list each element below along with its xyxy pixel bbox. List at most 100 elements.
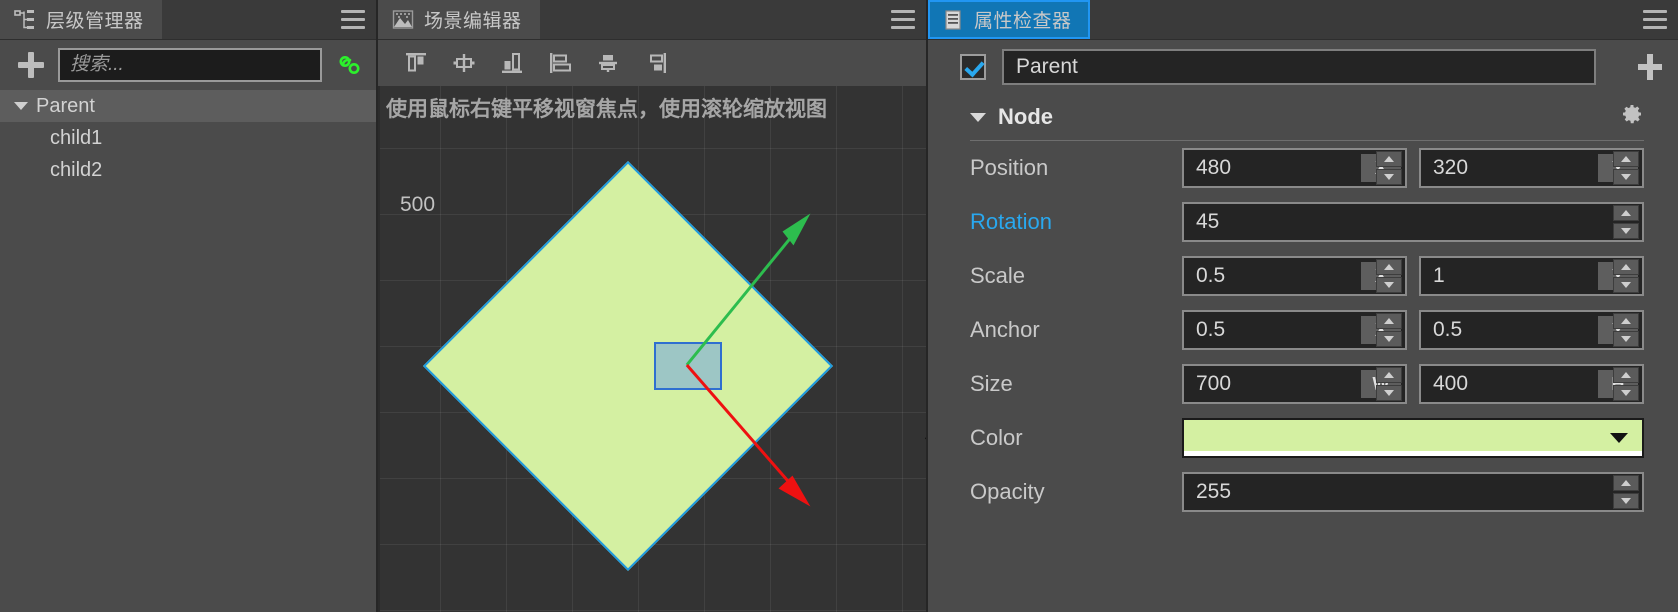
stepper-up[interactable] [1376, 151, 1402, 167]
tab-inspector[interactable]: 属性检查器 [928, 0, 1090, 39]
stepper-up[interactable] [1613, 475, 1639, 491]
gear-icon[interactable] [1620, 102, 1644, 132]
stepper-up[interactable] [1613, 205, 1639, 221]
hamburger-menu-icon[interactable] [880, 0, 926, 39]
stepper-down[interactable] [1613, 493, 1639, 509]
scene-image-icon [392, 9, 414, 31]
anchor-y-field[interactable]: 0.5 Y [1419, 310, 1644, 350]
color-picker-field[interactable] [1182, 418, 1644, 458]
rotation-stepper[interactable] [1613, 205, 1639, 239]
tree-item-label: Parent [36, 94, 95, 117]
hamburger-menu-icon[interactable] [330, 0, 376, 39]
field-value: 0.5 [1196, 318, 1226, 341]
position-x-field[interactable]: 480 X [1182, 148, 1407, 188]
scale-y-field[interactable]: 1 Y [1419, 256, 1644, 296]
align-bottom-icon[interactable] [488, 43, 536, 83]
chevron-down-icon[interactable] [12, 97, 30, 115]
align-toolbar [378, 40, 926, 86]
hierarchy-tabbar: 层级管理器 [0, 0, 376, 40]
node-name-field-wrapper[interactable] [1002, 49, 1596, 85]
anchor-x-field[interactable]: 0.5 X [1182, 310, 1407, 350]
stepper-down[interactable] [1613, 331, 1639, 347]
tab-hierarchy[interactable]: 层级管理器 [0, 0, 162, 39]
size-height-stepper[interactable] [1613, 367, 1639, 401]
stepper-down[interactable] [1376, 331, 1402, 347]
viewport-hint-text: 使用鼠标右键平移视窗焦点，使用滚轮缩放视图 [386, 98, 827, 121]
stepper-up[interactable] [1613, 259, 1639, 275]
anchor-y-stepper[interactable] [1613, 313, 1639, 347]
position-y-field[interactable]: 320 Y [1419, 148, 1644, 188]
stepper-down[interactable] [1376, 277, 1402, 293]
size-width-stepper[interactable] [1376, 367, 1402, 401]
size-width-field[interactable]: 700 W [1182, 364, 1407, 404]
property-label: Position [970, 155, 1049, 180]
property-row-anchor: Anchor 0.5 X 0.5 Y [928, 303, 1678, 357]
property-label: Rotation [970, 209, 1052, 234]
opacity-stepper[interactable] [1613, 475, 1639, 509]
stepper-up[interactable] [1613, 151, 1639, 167]
align-left-icon[interactable] [536, 43, 584, 83]
stepper-down[interactable] [1376, 169, 1402, 185]
node-section-title: Node [998, 104, 1053, 129]
selection-rectangle[interactable] [654, 342, 722, 390]
scale-x-field[interactable]: 0.5 X [1182, 256, 1407, 296]
field-value: 0.5 [1196, 264, 1226, 287]
add-node-button[interactable] [14, 48, 48, 82]
color-alpha-strip [1184, 451, 1642, 456]
property-label: Scale [970, 263, 1026, 288]
link-chain-icon[interactable] [332, 52, 368, 78]
field-value: 400 [1433, 372, 1469, 395]
position-y-stepper[interactable] [1613, 151, 1639, 185]
align-right-icon[interactable] [632, 43, 680, 83]
stepper-down[interactable] [1613, 223, 1639, 239]
stepper-up[interactable] [1613, 367, 1639, 383]
rotation-field[interactable]: 45 [1182, 202, 1644, 242]
stepper-up[interactable] [1376, 259, 1402, 275]
property-label: Opacity [970, 479, 1045, 504]
property-row-size: Size 700 W 400 H [928, 357, 1678, 411]
align-center-horizontal-icon[interactable] [440, 43, 488, 83]
inspector-panel: 属性检查器 Node Position [928, 0, 1678, 612]
align-center-vertical-icon[interactable] [584, 43, 632, 83]
inspector-list-icon [942, 9, 964, 31]
tree-item-child2[interactable]: child2 [0, 154, 376, 186]
scale-y-stepper[interactable] [1613, 259, 1639, 293]
node-name-input[interactable] [1016, 55, 1582, 79]
tree-item-label: child2 [50, 158, 103, 181]
tree-item-child1[interactable]: child1 [0, 122, 376, 154]
scene-viewport[interactable]: 使用鼠标右键平移视窗焦点，使用滚轮缩放视图 500 [378, 86, 926, 612]
tab-scene-editor-label: 场景编辑器 [424, 11, 522, 32]
node-section-header[interactable]: Node [928, 94, 1678, 140]
search-input-wrapper[interactable] [58, 48, 322, 82]
field-value: 480 [1196, 156, 1232, 179]
opacity-field[interactable]: 255 [1182, 472, 1644, 512]
hierarchy-panel: 层级管理器 Parent child1 [0, 0, 378, 612]
field-value: 45 [1196, 210, 1220, 233]
align-top-icon[interactable] [392, 43, 440, 83]
editor-window: 层级管理器 Parent child1 [0, 0, 1678, 612]
stepper-down[interactable] [1613, 169, 1639, 185]
add-component-button[interactable] [1622, 45, 1678, 89]
stepper-up[interactable] [1376, 367, 1402, 383]
tree-item-parent[interactable]: Parent [0, 90, 376, 122]
property-row-opacity: Opacity 255 [928, 465, 1678, 519]
hamburger-menu-icon[interactable] [1632, 0, 1678, 39]
size-height-field[interactable]: 400 H [1419, 364, 1644, 404]
node-enabled-checkbox[interactable] [960, 54, 986, 80]
position-x-stepper[interactable] [1376, 151, 1402, 185]
stepper-up[interactable] [1376, 313, 1402, 329]
search-input[interactable] [70, 54, 310, 76]
chevron-down-icon[interactable] [1610, 433, 1628, 443]
viewport-axis-label: 500 [400, 193, 436, 216]
stepper-up[interactable] [1613, 313, 1639, 329]
hierarchy-toolbar [0, 40, 376, 90]
stepper-down[interactable] [1376, 385, 1402, 401]
chevron-down-icon[interactable] [970, 112, 986, 122]
stepper-down[interactable] [1613, 277, 1639, 293]
stepper-down[interactable] [1613, 385, 1639, 401]
tab-scene-editor[interactable]: 场景编辑器 [378, 0, 540, 39]
scale-x-stepper[interactable] [1376, 259, 1402, 293]
anchor-x-stepper[interactable] [1376, 313, 1402, 347]
field-value: 255 [1196, 480, 1232, 503]
field-value: 320 [1433, 156, 1469, 179]
